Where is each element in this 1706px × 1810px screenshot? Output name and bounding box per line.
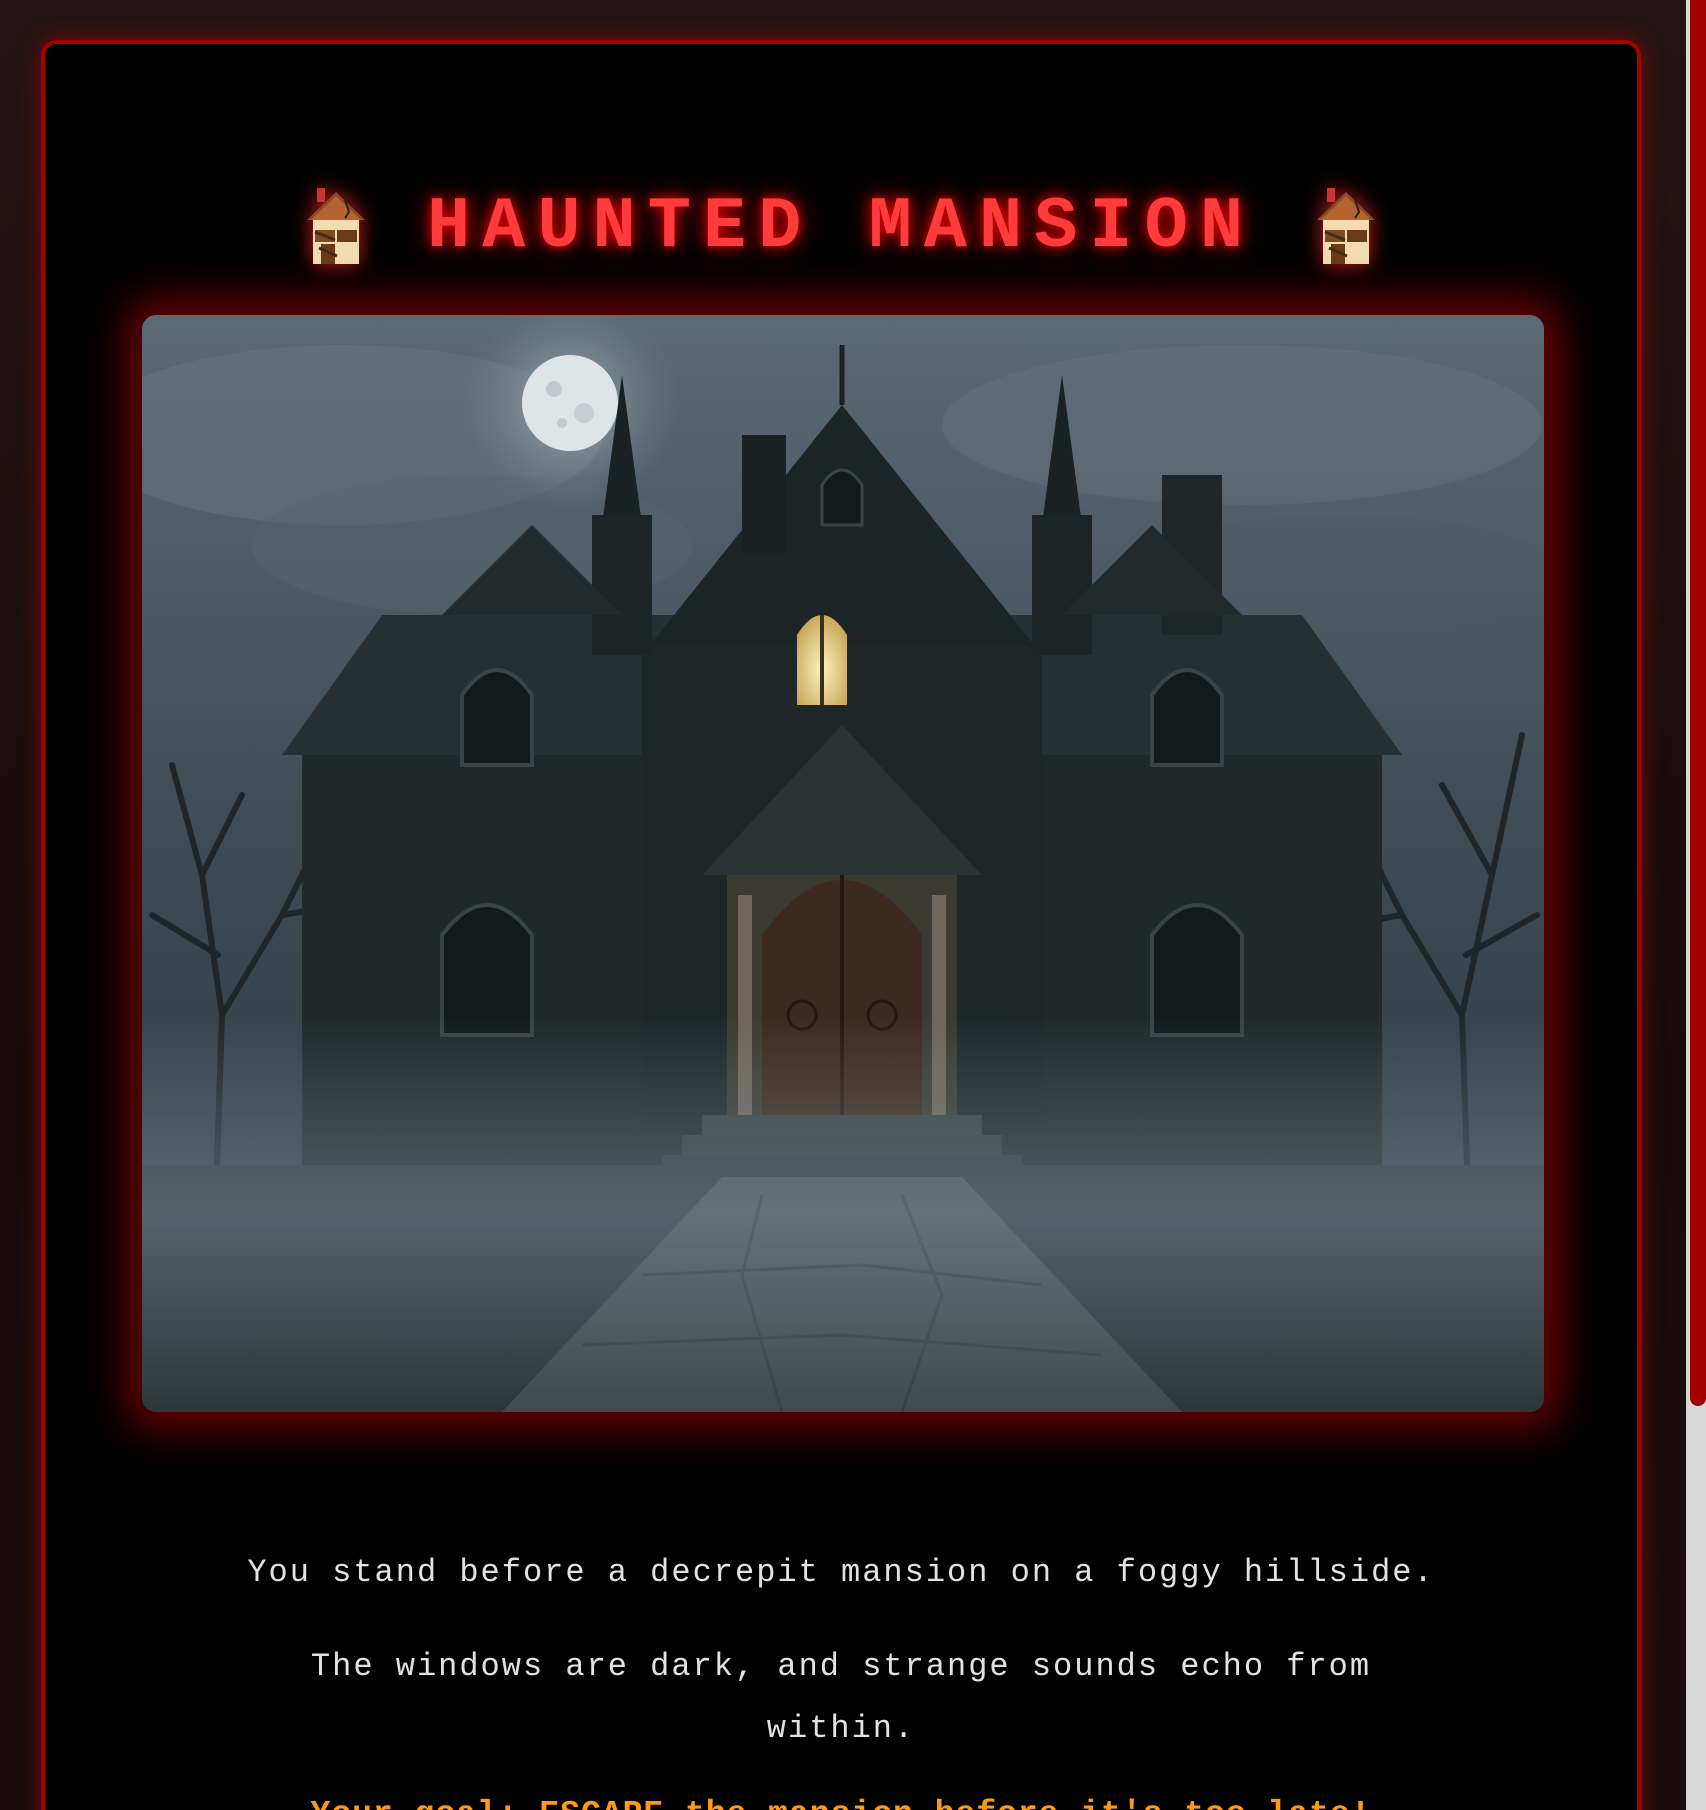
game-panel: HAUNTED MANSION You stand before a decre… xyxy=(41,40,1641,1810)
derelict-house-icon xyxy=(1317,188,1376,264)
scrollbar-thumb[interactable] xyxy=(1690,0,1706,1406)
story-narration: You stand before a decrepit mansion on a… xyxy=(45,1542,1637,1792)
derelict-house-icon xyxy=(306,188,365,264)
game-title: HAUNTED MANSION xyxy=(426,186,1256,268)
scene-image xyxy=(142,315,1544,1412)
vertical-scrollbar[interactable] xyxy=(1686,0,1706,1810)
story-line-2: The windows are dark, and strange sounds… xyxy=(310,1648,1372,1747)
goal-text: Your goal: ESCAPE the mansion before it'… xyxy=(45,1796,1637,1810)
game-viewport: HAUNTED MANSION You stand before a decre… xyxy=(0,0,1686,1810)
title-row: HAUNTED MANSION xyxy=(45,172,1637,282)
story-line-1: You stand before a decrepit mansion on a… xyxy=(247,1554,1435,1591)
